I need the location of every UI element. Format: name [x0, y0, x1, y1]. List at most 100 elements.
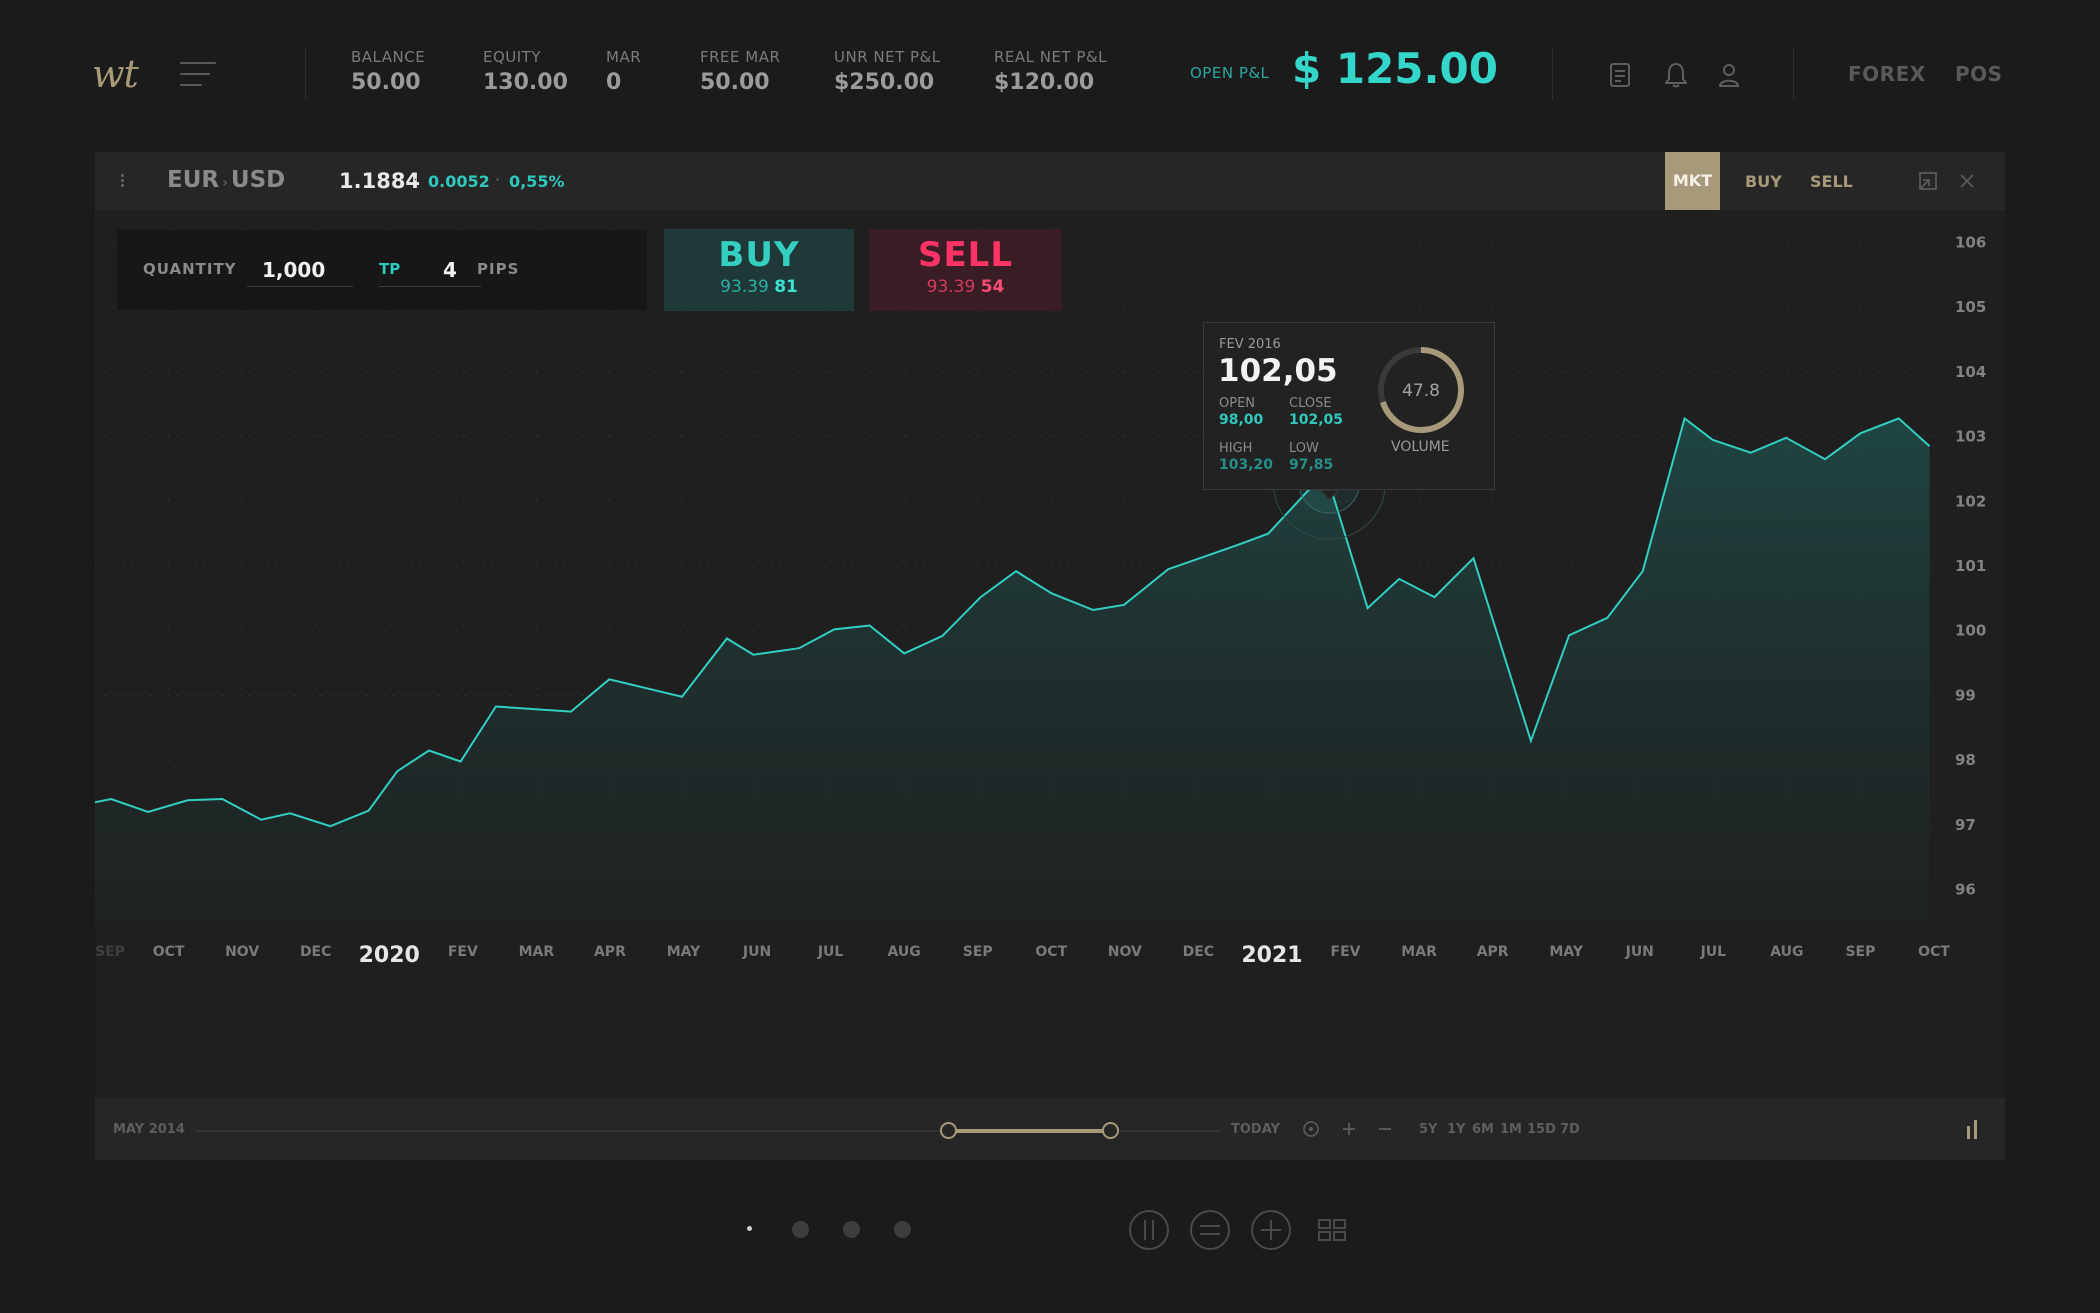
chart-bars-icon[interactable]: [1965, 1118, 1981, 1140]
x-tick-label: AUG: [888, 944, 921, 960]
order-entry: QUANTITY 1,000 TP 4 PIPS: [117, 230, 647, 310]
page-dot-2[interactable]: [792, 1221, 809, 1238]
take-profit-input[interactable]: 4: [443, 258, 457, 282]
period-1y[interactable]: 1Y: [1447, 1122, 1465, 1137]
stat-unrealized-pl: UNR NET P&L $250.00: [834, 48, 941, 95]
add-panel-icon[interactable]: [1250, 1209, 1292, 1251]
stat-value: 0: [606, 70, 622, 95]
y-tick-label: 105: [1955, 298, 1986, 316]
y-tick-label: 96: [1955, 881, 1976, 899]
x-tick-label: AUG: [1770, 944, 1803, 960]
tab-sell[interactable]: SELL: [1810, 172, 1853, 191]
x-tick-label: APR: [594, 944, 626, 960]
x-tick-label: DEC: [300, 944, 331, 960]
page-dot-1[interactable]: [747, 1226, 752, 1231]
sell-label: SELL: [917, 235, 1014, 275]
y-tick-label: 103: [1955, 428, 1986, 446]
stat-label: UNR NET P&L: [834, 48, 941, 66]
open-value: 98,00: [1219, 412, 1264, 428]
split-horizontal-icon[interactable]: [1189, 1209, 1231, 1251]
split-vertical-icon[interactable]: [1128, 1209, 1170, 1251]
range-handle-left[interactable]: [940, 1122, 957, 1139]
panel-toolbar: EUR › USD 1.1884 · 0.0052 · 0,55% MKT BUY …: [95, 152, 2005, 210]
range-selector: MAY 2014 TODAY 5Y 1Y 6M 1M 15D 7D: [95, 1098, 2005, 1160]
zoom-out-icon[interactable]: [1376, 1120, 1394, 1138]
header-divider: [1552, 48, 1553, 100]
today-button[interactable]: TODAY: [1231, 1122, 1280, 1137]
stat-value: $120.00: [994, 70, 1095, 95]
news-icon[interactable]: [1605, 60, 1635, 90]
stat-value: $250.00: [834, 70, 935, 95]
period-6m[interactable]: 6M: [1472, 1122, 1494, 1137]
zoom-in-icon[interactable]: [1340, 1120, 1358, 1138]
stat-value: 50.00: [700, 70, 770, 95]
quantity-input[interactable]: 1,000: [262, 258, 325, 282]
period-1m[interactable]: 1M: [1500, 1122, 1522, 1137]
period-7d[interactable]: 7D: [1560, 1122, 1580, 1137]
x-tick-label: SEP: [1845, 944, 1875, 960]
close-value: 102,05: [1289, 412, 1344, 428]
stat-label: FREE MAR: [700, 48, 781, 66]
nav-positions[interactable]: POS: [1955, 62, 2003, 86]
nav-forex[interactable]: FOREX: [1848, 62, 1926, 86]
close-label: CLOSE: [1289, 396, 1332, 411]
area-fill: [95, 418, 1930, 922]
sell-button[interactable]: SELL 93.39 54: [869, 229, 1062, 311]
x-tick-label: FEV: [1331, 944, 1361, 960]
x-tick-label: JUL: [817, 944, 844, 960]
x-tick-label: DEC: [1183, 944, 1214, 960]
tab-market[interactable]: MKT: [1665, 152, 1720, 210]
x-tick-label: JUL: [1700, 944, 1727, 960]
currency-pair[interactable]: EUR › USD: [167, 167, 285, 193]
target-icon[interactable]: [1302, 1120, 1320, 1138]
drag-handle-icon[interactable]: [121, 174, 125, 188]
page-dot-4[interactable]: [894, 1221, 911, 1238]
x-tick-label: NOV: [1108, 944, 1142, 960]
x-tick-label: MAR: [519, 944, 555, 960]
quantity-label: QUANTITY: [143, 260, 237, 278]
period-15d[interactable]: 15D: [1527, 1122, 1556, 1137]
high-value: 103,20: [1219, 457, 1274, 473]
stat-margin: MAR 0: [606, 48, 641, 95]
page-dot-3[interactable]: [843, 1221, 860, 1238]
bell-icon[interactable]: [1661, 60, 1691, 90]
volume-value: 47.8: [1402, 381, 1440, 401]
open-pl-label: OPEN P&L: [1190, 64, 1270, 82]
take-profit-underline: [379, 286, 481, 287]
price-change: 0.0052: [428, 172, 490, 191]
x-tick-label: SEP: [95, 944, 125, 960]
tooltip-date: FEV 2016: [1219, 337, 1281, 352]
tab-buy[interactable]: BUY: [1745, 172, 1782, 191]
buy-label: BUY: [718, 235, 800, 275]
quantity-underline: [247, 286, 353, 287]
stat-free-margin: FREE MAR 50.00: [700, 48, 780, 95]
close-icon[interactable]: [1957, 171, 1977, 191]
stat-balance: BALANCE 50.00: [351, 48, 425, 95]
separator: ·: [495, 170, 501, 189]
range-selection[interactable]: [948, 1129, 1111, 1133]
range-handle-right[interactable]: [1102, 1122, 1119, 1139]
x-tick-label: MAY: [667, 944, 701, 960]
buy-button[interactable]: BUY 93.39 81: [664, 229, 854, 311]
expand-icon[interactable]: [1917, 170, 1939, 192]
chart-panel: EUR › USD 1.1884 · 0.0052 · 0,55% MKT BUY …: [95, 152, 2005, 1160]
x-axis: SEP OCT NOV DEC 2020 FEV MAR APR MAY JUN JUL AUG SEP…: [95, 943, 1950, 968]
stat-value: 130.00: [483, 70, 568, 95]
app-logo[interactable]: wt: [92, 52, 139, 96]
period-5y[interactable]: 5Y: [1419, 1122, 1437, 1137]
x-tick-label: APR: [1477, 944, 1509, 960]
hamburger-menu-icon[interactable]: [180, 62, 216, 86]
x-tick-label: OCT: [1035, 944, 1067, 960]
price-area-chart[interactable]: 96 97 98 99 100 101 102 103 104 105 106 SEP OCT NOV D…: [95, 210, 2005, 1160]
stat-label: REAL NET P&L: [994, 48, 1108, 66]
pair-arrow: ›: [222, 175, 228, 191]
x-tick-label: SEP: [963, 944, 993, 960]
y-axis: 96 97 98 99 100 101 102 103 104 105 106: [1955, 233, 1986, 898]
buy-price: 93.39 81: [664, 277, 854, 297]
y-tick-label: 99: [1955, 686, 1976, 704]
current-price: 1.1884: [339, 169, 421, 193]
user-icon[interactable]: [1714, 60, 1744, 90]
grid-layout-icon[interactable]: [1311, 1209, 1353, 1251]
range-start-label: MAY 2014: [113, 1122, 185, 1137]
y-tick-label: 98: [1955, 751, 1976, 769]
